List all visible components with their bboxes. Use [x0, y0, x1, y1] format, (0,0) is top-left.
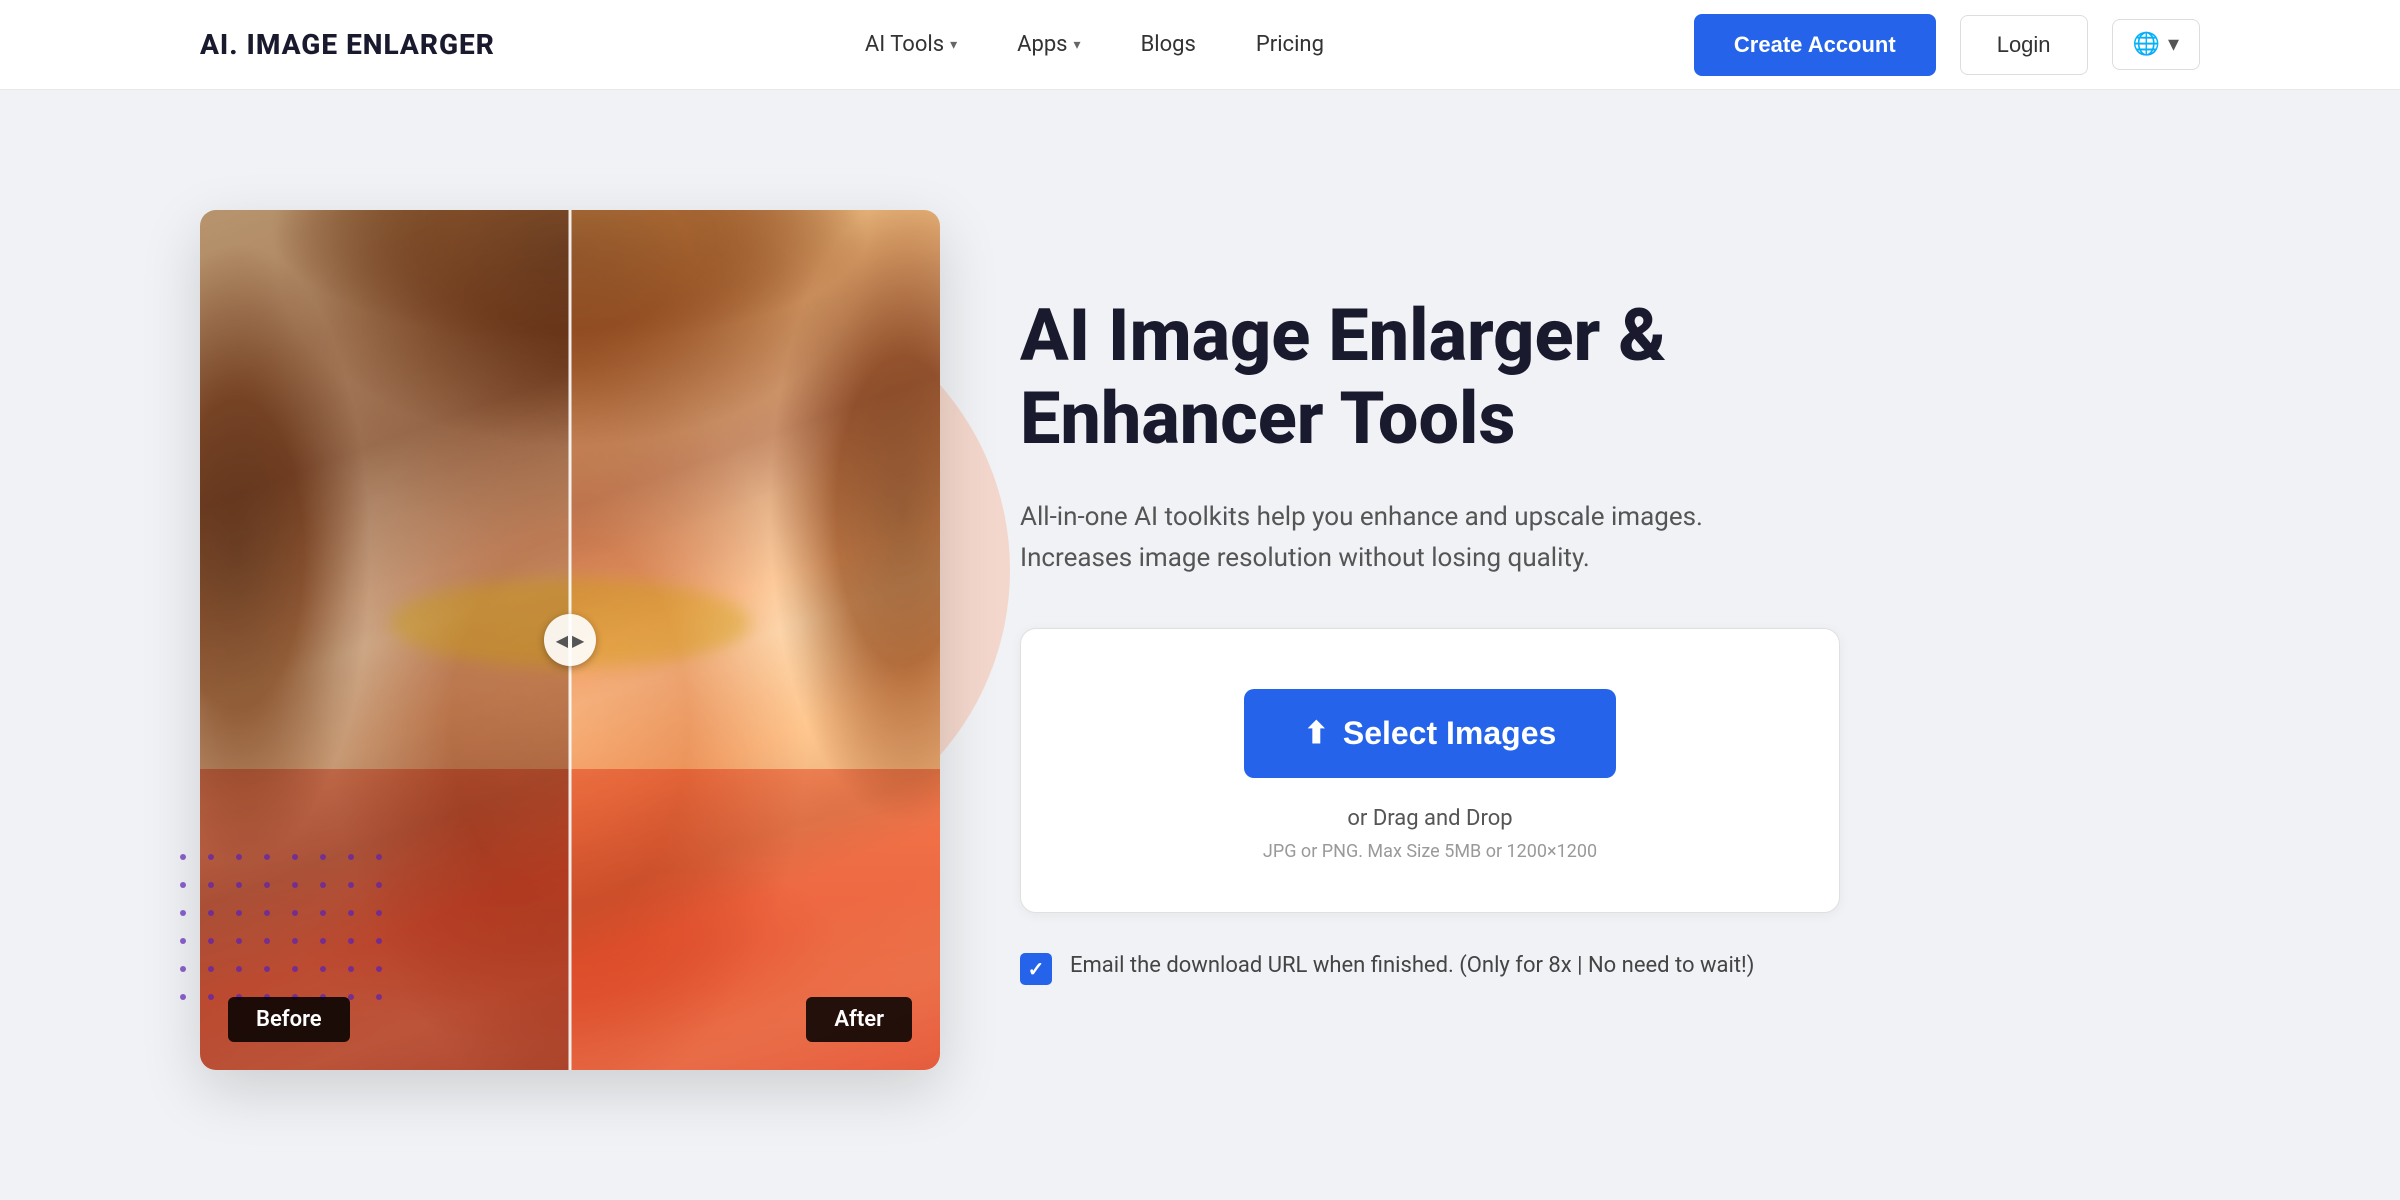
dot — [180, 938, 186, 944]
dot — [376, 854, 382, 860]
email-notify-row: ✓ Email the download URL when finished. … — [1020, 949, 1840, 985]
hero-title: AI Image Enlarger & Enhancer Tools — [1020, 295, 1920, 461]
dot — [236, 882, 242, 888]
dot — [348, 882, 354, 888]
dot — [320, 966, 326, 972]
dot — [348, 910, 354, 916]
drag-drop-text: or Drag and Drop — [1061, 806, 1799, 831]
dot — [264, 966, 270, 972]
dot — [180, 910, 186, 916]
hero-subtitle: All-in-one AI toolkits help you enhance … — [1020, 497, 1800, 580]
dot — [320, 910, 326, 916]
dot — [180, 882, 186, 888]
dot — [236, 966, 242, 972]
upload-icon: ⬆ — [1304, 716, 1329, 751]
dot — [180, 994, 186, 1000]
dot — [376, 994, 382, 1000]
dot — [292, 854, 298, 860]
dot — [208, 910, 214, 916]
email-notify-label: Email the download URL when finished. (O… — [1070, 949, 1840, 982]
dot — [236, 910, 242, 916]
dot — [236, 938, 242, 944]
dot — [292, 882, 298, 888]
chevron-down-icon: ▾ — [2168, 32, 2179, 57]
after-label: After — [806, 997, 912, 1042]
file-info-text: JPG or PNG. Max Size 5MB or 1200×1200 — [1061, 841, 1799, 862]
compare-slider-handle[interactable]: ◀ ▶ — [544, 614, 596, 666]
dot — [180, 854, 186, 860]
chevron-down-icon: ▾ — [950, 37, 957, 53]
before-label: Before — [228, 997, 350, 1042]
dot — [180, 966, 186, 972]
create-account-button[interactable]: Create Account — [1694, 14, 1936, 76]
dot — [348, 966, 354, 972]
dot — [376, 910, 382, 916]
dot — [348, 854, 354, 860]
hero-section: for(let i=0;i<48;i++) document.write('<d… — [0, 90, 2400, 1190]
site-logo: AI. IMAGE ENLARGER — [200, 28, 495, 61]
dot — [208, 854, 214, 860]
nav-links: AI Tools ▾ Apps ▾ Blogs Pricing — [865, 32, 1324, 57]
globe-icon: 🌐 — [2133, 32, 2160, 57]
nav-pricing[interactable]: Pricing — [1256, 32, 1324, 57]
hero-content: AI Image Enlarger & Enhancer Tools All-i… — [1020, 295, 1920, 985]
nav-actions: Create Account Login 🌐 ▾ — [1694, 14, 2200, 76]
dot — [264, 854, 270, 860]
dot-grid-decoration: for(let i=0;i<48;i++) document.write('<d… — [180, 854, 392, 1010]
language-selector[interactable]: 🌐 ▾ — [2112, 19, 2200, 70]
dot — [264, 938, 270, 944]
select-images-button[interactable]: ⬆ Select Images — [1244, 689, 1617, 778]
dot — [376, 938, 382, 944]
dot — [376, 966, 382, 972]
upload-box[interactable]: ⬆ Select Images or Drag and Drop JPG or … — [1020, 628, 1840, 913]
dot — [208, 994, 214, 1000]
dot — [292, 910, 298, 916]
nav-blogs[interactable]: Blogs — [1141, 32, 1196, 57]
dot — [208, 966, 214, 972]
dot — [320, 938, 326, 944]
dot — [264, 882, 270, 888]
dot — [320, 854, 326, 860]
image-compare-wrapper: for(let i=0;i<48;i++) document.write('<d… — [200, 210, 940, 1070]
nav-apps[interactable]: Apps ▾ — [1017, 32, 1080, 57]
dot — [348, 938, 354, 944]
checkmark-icon: ✓ — [1028, 954, 1045, 984]
slider-arrows-icon: ◀ ▶ — [556, 631, 585, 650]
dot — [236, 854, 242, 860]
nav-ai-tools[interactable]: AI Tools ▾ — [865, 32, 957, 57]
dot — [208, 938, 214, 944]
dot — [208, 882, 214, 888]
chevron-down-icon: ▾ — [1074, 37, 1081, 53]
dot — [320, 882, 326, 888]
dot — [376, 882, 382, 888]
dot — [292, 938, 298, 944]
email-notify-checkbox[interactable]: ✓ — [1020, 953, 1052, 985]
dot — [292, 966, 298, 972]
dot — [264, 910, 270, 916]
login-button[interactable]: Login — [1960, 15, 2088, 75]
navbar: AI. IMAGE ENLARGER AI Tools ▾ Apps ▾ Blo… — [0, 0, 2400, 90]
